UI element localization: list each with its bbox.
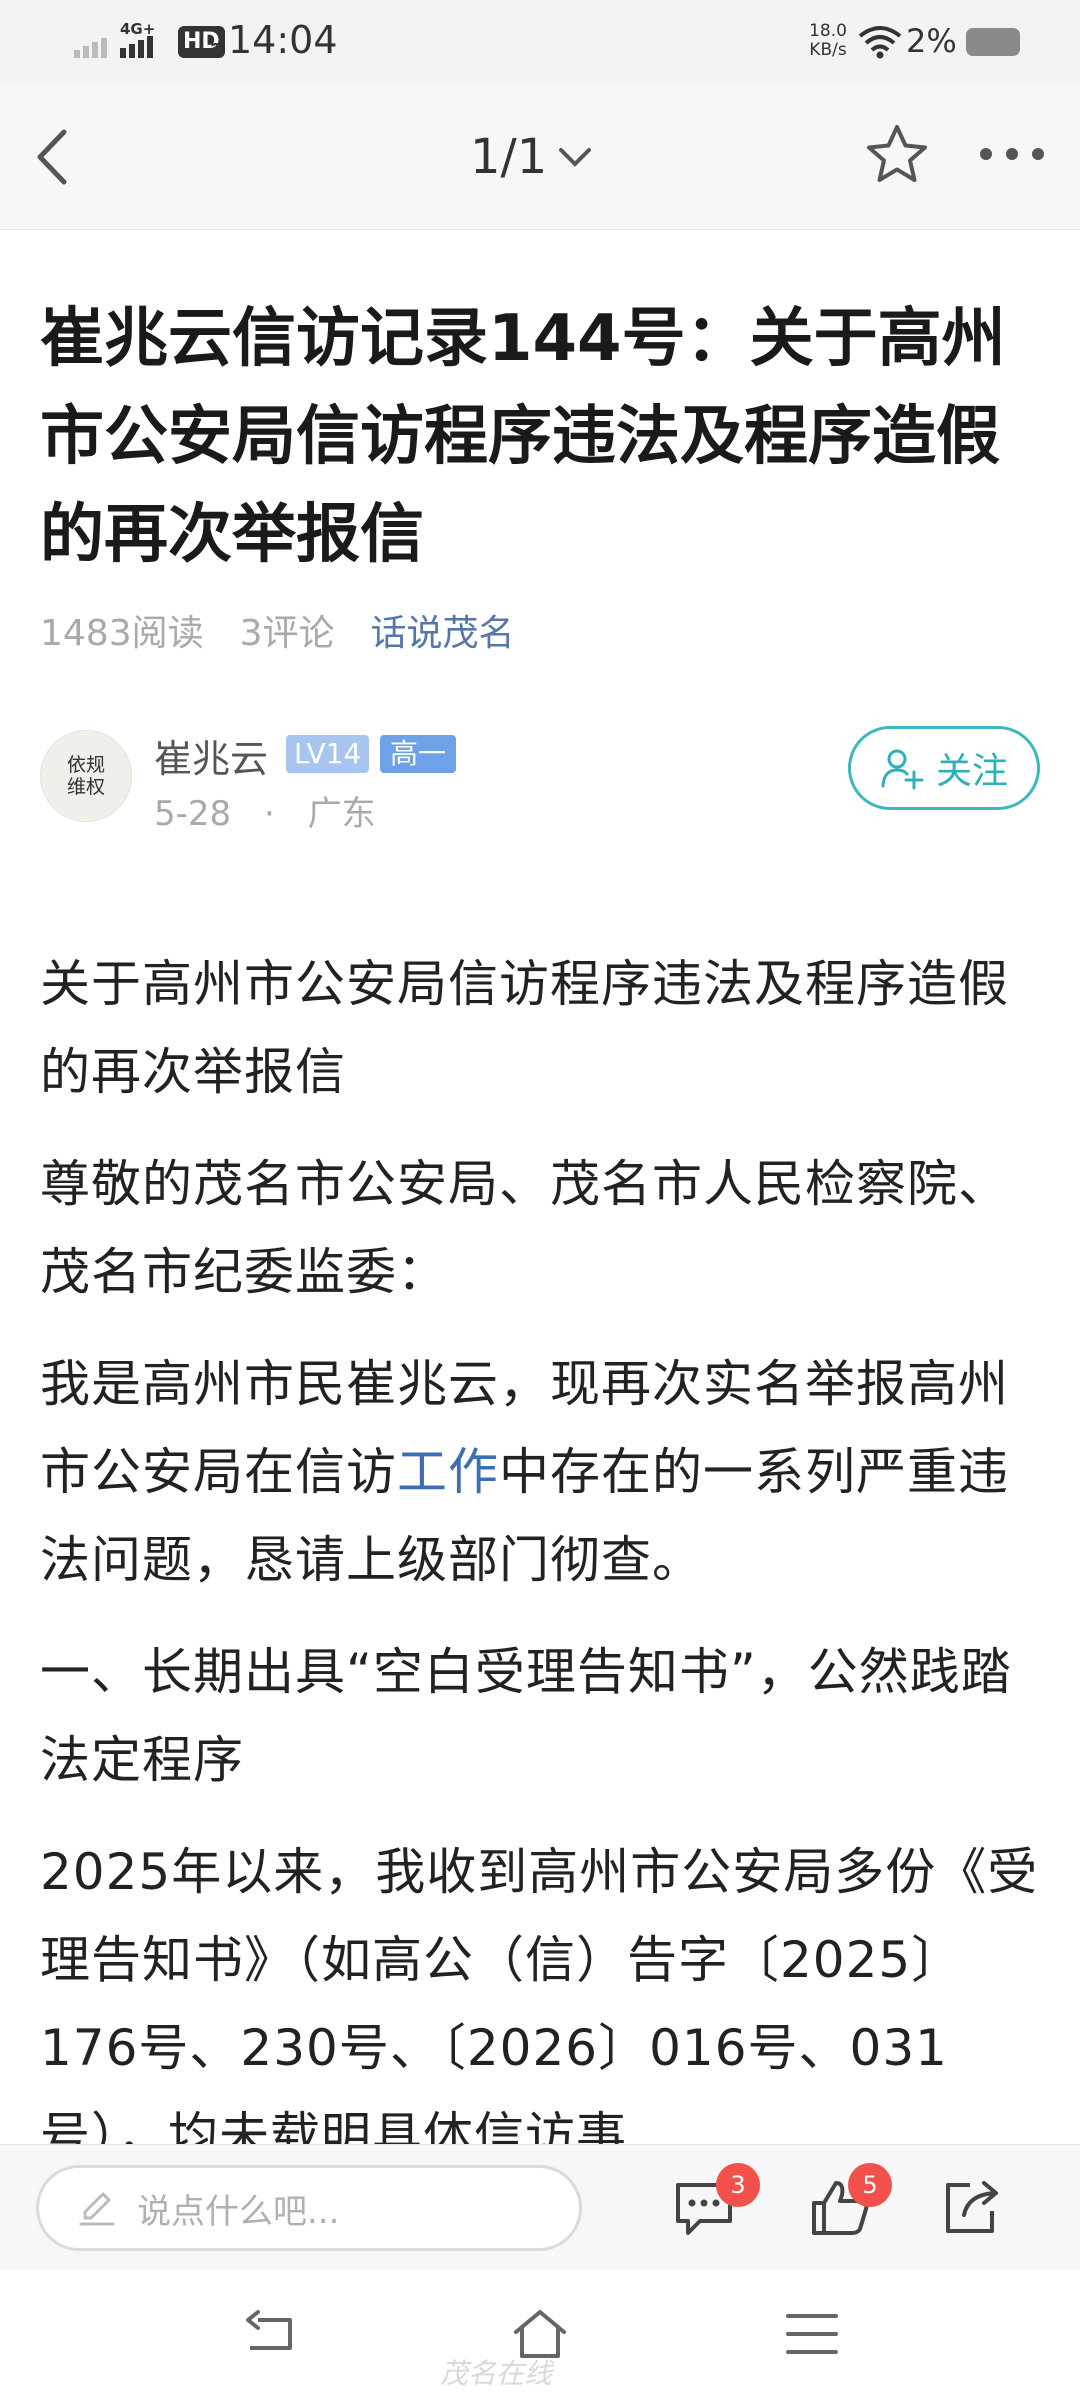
- post-info: 5-28 · 广东: [154, 786, 376, 835]
- paragraph-section-heading: 一、长期出具“空白受理告知书”，公然践踏法定程序: [40, 1643, 1012, 1789]
- clock: 14:04: [228, 18, 338, 62]
- pen-icon: [79, 2192, 115, 2226]
- network-label: 4G+: [120, 22, 155, 38]
- watermark: 茂名在线: [440, 2357, 553, 2390]
- hd-sub: 2: [210, 40, 223, 61]
- more-options-icon[interactable]: [976, 142, 1048, 166]
- avatar[interactable]: 依规 维权: [40, 730, 132, 822]
- wifi-icon: [858, 26, 902, 59]
- article-meta: 1483阅读 3评论 话说茂名: [40, 604, 515, 656]
- paragraph-intro: 我是高州市民崔兆云，现再次实名举报高州市公安局在信访工作中存在的一系列严重违法问…: [40, 1340, 1050, 1604]
- add-user-icon: [881, 749, 924, 790]
- comment-count-badge: 3: [716, 2163, 760, 2207]
- system-back-icon[interactable]: [240, 2306, 300, 2362]
- net-speed-value: 18.0: [809, 21, 847, 41]
- article-title: 崔兆云信访记录144号：关于高州市公安局信访程序违法及程序造假的再次举报信: [40, 302, 1006, 572]
- chevron-down-icon: [559, 148, 592, 167]
- favorite-star-icon[interactable]: [864, 122, 930, 188]
- keyword-link[interactable]: 工作: [397, 1443, 499, 1501]
- like-count-badge: 5: [848, 2163, 892, 2207]
- avatar-text-line1: 依规: [66, 754, 105, 776]
- page-indicator: 1/1: [470, 129, 548, 185]
- comment-bar: 说点什么吧... 3 5: [0, 2144, 1080, 2270]
- status-bar: 4G+ HD 2 14:04 18.0 KB/s 2%: [0, 0, 1080, 84]
- post-date: 5-28: [154, 794, 232, 834]
- follow-button[interactable]: 关注: [848, 726, 1040, 810]
- read-count: 1483阅读: [40, 613, 204, 654]
- avatar-text-line2: 维权: [66, 776, 105, 798]
- top-nav-bar: 1/1: [0, 84, 1080, 230]
- battery-percent: 2%: [906, 22, 957, 60]
- forum-link[interactable]: 话说茂名: [371, 604, 515, 656]
- grade-badge: 高一: [380, 735, 457, 773]
- paragraph-heading: 关于高州市公安局信访程序违法及程序造假的再次举报信: [40, 955, 1009, 1101]
- separator-dot: ·: [263, 794, 275, 834]
- paragraph-body: 2025年以来，我收到高州市公安局多份《受理告知书》（如高公（信）告字〔2025…: [40, 1843, 1039, 2165]
- comment-count: 3评论: [239, 613, 335, 654]
- back-arrow-icon[interactable]: [28, 124, 78, 190]
- level-badge: LV14: [286, 735, 370, 773]
- signal-icon: 4G+: [74, 22, 155, 58]
- comment-placeholder: 说点什么吧...: [137, 2191, 340, 2232]
- system-menu-icon[interactable]: [782, 2306, 842, 2362]
- article-body: 关于高州市公安局信访程序违法及程序造假的再次举报信 尊敬的茂名市公安局、茂名市人…: [40, 940, 1050, 2204]
- net-speed: 18.0 KB/s: [806, 22, 850, 60]
- post-location: 广东: [307, 794, 376, 834]
- battery-icon: [966, 28, 1020, 56]
- net-speed-unit: KB/s: [809, 40, 847, 60]
- share-icon[interactable]: [940, 2177, 1004, 2237]
- paragraph-salutation: 尊敬的茂名市公安局、茂名市人民检察院、茂名市纪委监委：: [40, 1155, 1009, 1301]
- comment-input[interactable]: 说点什么吧...: [36, 2165, 582, 2251]
- page-selector[interactable]: 1/1: [470, 122, 593, 192]
- follow-label: 关注: [935, 751, 1008, 792]
- author-name[interactable]: 崔兆云: [154, 728, 268, 783]
